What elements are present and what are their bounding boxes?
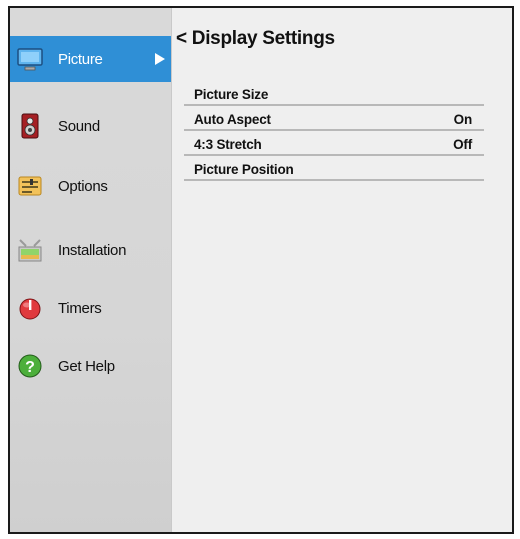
- setting-value: Off: [453, 137, 472, 152]
- speaker-icon: [16, 112, 44, 140]
- sidebar-item-label: Options: [58, 177, 108, 195]
- setting-row-4-3-stretch[interactable]: 4:3 Stretch Off: [184, 131, 484, 156]
- sidebar-item-options[interactable]: Options: [10, 164, 171, 208]
- setting-row-picture-size[interactable]: Picture Size: [184, 78, 484, 106]
- installation-icon: [16, 236, 44, 264]
- sidebar-item-timers[interactable]: Timers: [10, 286, 171, 330]
- chevron-right-icon: [155, 53, 165, 65]
- setting-value: On: [453, 112, 473, 127]
- tv-menu-frame: Picture Sound Options Installation Timer…: [8, 6, 514, 534]
- setting-label: Picture Size: [194, 87, 269, 102]
- sidebar-item-label: Picture: [58, 50, 103, 68]
- help-icon: ?: [16, 352, 44, 380]
- options-icon: [16, 172, 44, 200]
- sidebar-item-sound[interactable]: Sound: [10, 104, 171, 148]
- sidebar-item-label: Get Help: [58, 357, 115, 375]
- setting-row-picture-position[interactable]: Picture Position: [184, 156, 484, 181]
- sidebar: Picture Sound Options Installation Timer…: [10, 8, 172, 532]
- sidebar-item-label: Timers: [58, 299, 102, 317]
- setting-row-auto-aspect[interactable]: Auto Aspect On: [184, 106, 484, 131]
- monitor-icon: [16, 45, 44, 73]
- setting-label: Picture Position: [194, 162, 294, 177]
- sidebar-item-label: Installation: [58, 241, 127, 259]
- sidebar-item-picture[interactable]: Picture: [10, 36, 171, 82]
- setting-label: 4:3 Stretch: [194, 137, 262, 152]
- svg-text:?: ?: [25, 359, 35, 376]
- settings-list: Picture Size Auto Aspect On 4:3 Stretch …: [184, 78, 484, 181]
- sidebar-item-installation[interactable]: Installation: [10, 228, 171, 272]
- page-title[interactable]: < Display Settings: [176, 28, 335, 50]
- setting-label: Auto Aspect: [194, 112, 271, 127]
- sidebar-item-label: Sound: [58, 117, 100, 135]
- timer-icon: [16, 294, 44, 322]
- main-panel: < Display Settings Picture Size Auto Asp…: [172, 8, 512, 532]
- sidebar-item-get-help[interactable]: ? Get Help: [10, 344, 171, 388]
